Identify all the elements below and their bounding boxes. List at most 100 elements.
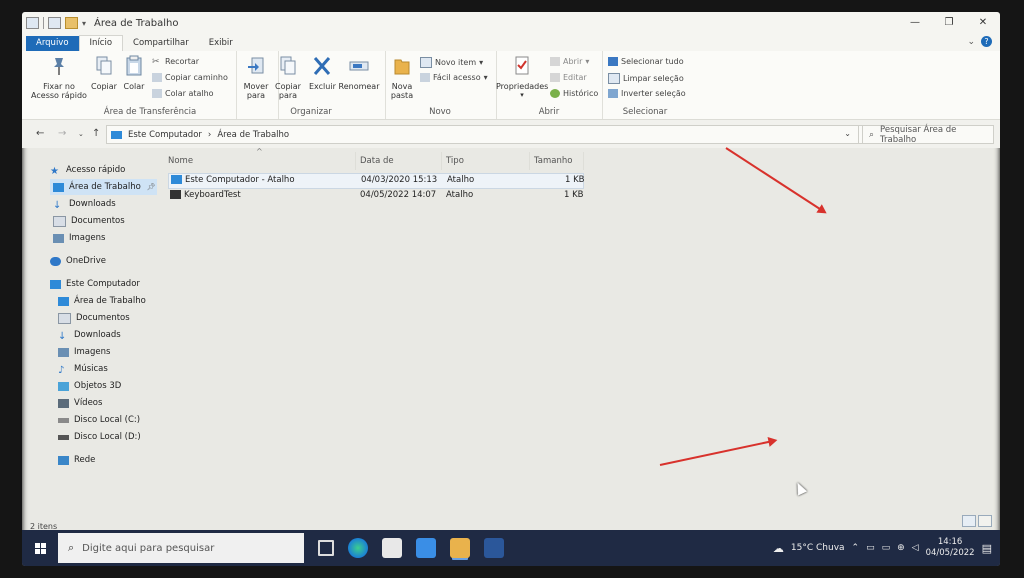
nav-pc-videos[interactable]: Vídeos <box>58 395 102 411</box>
delete-button[interactable]: Excluir <box>309 55 336 91</box>
address-input[interactable]: Este Computador › Área de Trabalho ⌄ <box>106 125 860 144</box>
nav-quick-downloads[interactable]: ↓ Downloads <box>53 196 116 212</box>
help-icon[interactable]: ? <box>981 36 992 47</box>
new-folder-quick-icon[interactable] <box>65 17 78 29</box>
customize-toolbar-icon[interactable]: ▾ <box>82 19 86 28</box>
chevron-up-icon[interactable]: ⌃ <box>852 543 860 553</box>
recent-locations-icon[interactable]: ⌄ <box>78 130 84 138</box>
taskbar-search[interactable]: ⌕ Digite aqui para pesquisar <box>58 533 304 563</box>
nav-pc-3d-objects[interactable]: Objetos 3D <box>58 378 121 394</box>
nav-network[interactable]: Rede <box>58 452 95 468</box>
clock[interactable]: 14:16 04/05/2022 <box>926 537 975 559</box>
collapse-ribbon-icon[interactable]: ⌄ <box>967 37 975 47</box>
address-dropdown-icon[interactable]: ⌄ <box>844 129 851 138</box>
tab-share[interactable]: Compartilhar <box>123 36 199 51</box>
nav-pc-images[interactable]: Imagens <box>58 344 110 360</box>
nav-quick-desktop[interactable]: Área de Trabalho 📌︎ <box>50 179 157 195</box>
properties-button[interactable]: Propriedades ▾ <box>496 55 548 100</box>
ribbon: Fixar no Acesso rápido Copiar Colar ✂ Re… <box>22 51 1000 120</box>
weather-text[interactable]: 15°C Chuva <box>791 543 845 553</box>
edit-button[interactable]: Editar <box>550 73 587 82</box>
cut-button[interactable]: ✂ Recortar <box>152 57 199 67</box>
tab-view[interactable]: Exibir <box>199 36 243 51</box>
paste-shortcut-button[interactable]: Colar atalho <box>152 89 214 98</box>
new-item-button[interactable]: Novo item ▾ <box>420 57 483 68</box>
nav-quick-access[interactable]: ★ Acesso rápido <box>50 162 125 178</box>
new-folder-button[interactable]: Nova pasta <box>388 55 416 100</box>
paste-shortcut-label: Colar atalho <box>165 89 214 98</box>
pin-icon <box>54 58 64 75</box>
nav-onedrive-label: OneDrive <box>66 256 106 266</box>
minimize-button[interactable]: — <box>898 12 932 34</box>
paste-button[interactable]: Colar <box>122 55 146 91</box>
network-icon[interactable]: ⊕ <box>897 543 905 553</box>
breadcrumb-chevron-icon[interactable]: › <box>208 130 211 140</box>
edge-icon[interactable] <box>348 538 368 558</box>
nav-pc-disk-d[interactable]: Disco Local (D:) <box>58 429 141 445</box>
task-view-icon[interactable] <box>318 540 334 556</box>
word-icon[interactable] <box>484 538 504 558</box>
window-controls: — ❐ ✕ <box>898 12 1000 34</box>
maximize-button[interactable]: ❐ <box>932 12 966 34</box>
nav-onedrive[interactable]: OneDrive <box>50 253 106 269</box>
properties-quick-icon[interactable] <box>48 17 61 29</box>
nav-quick-downloads-label: Downloads <box>69 199 116 209</box>
battery-icon[interactable]: ▭ <box>882 543 891 553</box>
nav-pc-downloads[interactable]: ↓ Downloads <box>58 327 121 343</box>
copy-button[interactable]: Copiar <box>90 55 118 91</box>
tab-home[interactable]: Início <box>78 35 124 51</box>
invert-selection-button[interactable]: Inverter seleção <box>608 89 686 98</box>
meet-now-icon[interactable]: ▭ <box>866 543 875 553</box>
file-explorer-icon[interactable] <box>450 538 470 558</box>
breadcrumb-this-pc[interactable]: Este Computador <box>128 130 202 140</box>
history-button[interactable]: Histórico <box>550 89 598 98</box>
nav-quick-images[interactable]: Imagens <box>53 230 105 246</box>
new-folder-icon <box>394 59 410 75</box>
up-arrow-icon[interactable]: ↑ <box>92 128 100 139</box>
copy-to-button[interactable]: Copiar para <box>273 55 303 100</box>
column-header-type[interactable]: Tipo <box>442 152 530 170</box>
file-date: 04/03/2020 15:13 <box>361 175 438 185</box>
nav-pc-documents[interactable]: Documentos <box>58 310 130 326</box>
store-icon[interactable] <box>382 538 402 558</box>
column-header-name[interactable]: Nome <box>164 152 356 170</box>
nav-this-pc-label: Este Computador <box>66 279 140 289</box>
file-row[interactable]: Este Computador - Atalho 04/03/2020 15:1… <box>168 173 585 189</box>
nav-quick-documents[interactable]: Documentos <box>53 213 125 229</box>
nav-quick-documents-label: Documentos <box>71 216 125 226</box>
large-icons-view-icon[interactable] <box>978 515 992 527</box>
column-header-size[interactable]: Tamanho <box>530 152 584 170</box>
mail-icon[interactable] <box>416 538 436 558</box>
quick-access-toolbar: ▾ <box>26 17 86 29</box>
details-view-icon[interactable] <box>962 515 976 527</box>
easy-access-button[interactable]: Fácil acesso ▾ <box>420 73 488 82</box>
nav-pc-disk-c[interactable]: Disco Local (C:) <box>58 412 140 428</box>
search-input[interactable]: ⌕ Pesquisar Área de Trabalho <box>862 125 994 145</box>
back-arrow-icon[interactable]: ← <box>36 128 44 139</box>
nav-network-label: Rede <box>74 455 96 465</box>
nav-quick-images-label: Imagens <box>69 233 106 243</box>
move-to-button[interactable]: Mover para <box>241 55 271 100</box>
tab-file[interactable]: Arquivo <box>26 36 79 51</box>
volume-icon[interactable]: ◁ <box>912 543 919 553</box>
nav-pc-music[interactable]: ♪ Músicas <box>58 361 108 377</box>
forward-arrow-icon[interactable]: → <box>58 128 66 139</box>
select-none-button[interactable]: Limpar seleção <box>608 73 684 84</box>
column-header-date[interactable]: Data de modificaç... <box>356 152 442 184</box>
rename-button[interactable]: Renomear <box>337 55 381 91</box>
weather-icon[interactable]: ☁ <box>773 542 784 555</box>
start-button[interactable] <box>22 530 58 566</box>
select-all-button[interactable]: Selecionar tudo <box>608 57 684 66</box>
nav-pc-disk-d-label: Disco Local (D:) <box>74 432 141 442</box>
file-row[interactable]: KeyboardTest 04/05/2022 14:07 Atalho 1 K… <box>168 189 584 203</box>
copy-path-button[interactable]: Copiar caminho <box>152 73 228 82</box>
taskbar-apps <box>318 538 504 558</box>
delete-label: Excluir <box>309 82 336 91</box>
nav-pc-desktop[interactable]: Área de Trabalho <box>58 293 146 309</box>
pin-quick-access-button[interactable]: Fixar no Acesso rápido <box>28 55 90 100</box>
notifications-icon[interactable]: ▤ <box>982 542 992 555</box>
open-button[interactable]: Abrir ▾ <box>550 57 589 66</box>
breadcrumb-desktop[interactable]: Área de Trabalho <box>217 130 289 140</box>
nav-this-pc[interactable]: Este Computador <box>50 276 140 292</box>
close-button[interactable]: ✕ <box>966 12 1000 34</box>
